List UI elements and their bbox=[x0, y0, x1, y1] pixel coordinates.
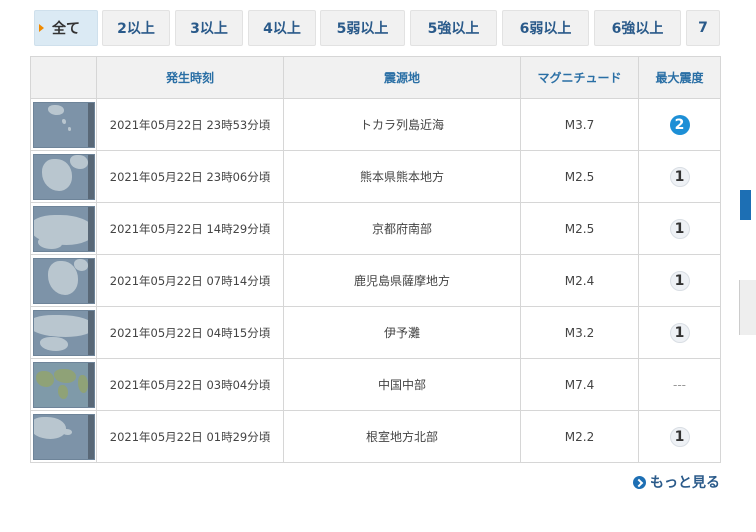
scroll-indicator[interactable] bbox=[740, 190, 751, 220]
quake-time-link[interactable]: 2021年05月22日 04時15分頃 bbox=[96, 306, 284, 359]
tab-4-plus[interactable]: 4以上 bbox=[248, 10, 316, 46]
tab-5-lower-plus[interactable]: 5弱以上 bbox=[320, 10, 405, 46]
tab-6-upper-plus[interactable]: 6強以上 bbox=[594, 10, 681, 46]
map-thumbnail-cell[interactable] bbox=[30, 202, 97, 255]
japan-south-map[interactable] bbox=[32, 101, 95, 148]
intensity-1-icon: 1 bbox=[669, 218, 690, 239]
tab-label: 全て bbox=[52, 21, 80, 37]
tab-5-upper-plus[interactable]: 5強以上 bbox=[410, 10, 497, 46]
magnitude: M2.2 bbox=[520, 410, 639, 463]
tab-label: 2以上 bbox=[117, 21, 155, 37]
magnitude: M2.5 bbox=[520, 150, 639, 203]
header-magnitude: マグニチュード bbox=[520, 56, 639, 99]
table-row[interactable]: 2021年05月22日 04時15分頃 伊予灘 M3.2 1 bbox=[30, 306, 721, 359]
map-thumbnail-cell[interactable] bbox=[30, 254, 97, 307]
hokkaido-map[interactable] bbox=[32, 413, 95, 460]
intensity-filter-tabs: 全て 2以上 3以上 4以上 5弱以上 5強以上 6弱以上 6強以上 7 bbox=[34, 10, 756, 46]
max-intensity: 1 bbox=[638, 254, 721, 307]
epicenter: 伊予灘 bbox=[283, 306, 521, 359]
max-intensity: 1 bbox=[638, 410, 721, 463]
intensity-1-icon: 1 bbox=[669, 166, 690, 187]
tab-3-plus[interactable]: 3以上 bbox=[175, 10, 243, 46]
map-thumbnail-cell[interactable] bbox=[30, 410, 97, 463]
circle-arrow-right-icon bbox=[633, 475, 646, 489]
header-map bbox=[30, 56, 97, 99]
max-intensity: 1 bbox=[638, 306, 721, 359]
header-max-intensity: 最大震度 bbox=[638, 56, 721, 99]
table-row[interactable]: 2021年05月22日 07時14分頃 鹿児島県薩摩地方 M2.4 1 bbox=[30, 254, 721, 307]
tab-label: 6強以上 bbox=[611, 21, 664, 37]
intensity-1-icon: 1 bbox=[669, 426, 690, 447]
more-link[interactable]: もっと見る bbox=[633, 472, 720, 492]
map-thumbnail-cell[interactable] bbox=[30, 98, 97, 151]
map-thumbnail-cell[interactable] bbox=[30, 306, 97, 359]
epicenter: 京都府南部 bbox=[283, 202, 521, 255]
table-row[interactable]: 2021年05月22日 14時29分頃 京都府南部 M2.5 1 bbox=[30, 202, 721, 255]
table-row[interactable]: 2021年05月22日 23時53分頃 トカラ列島近海 M3.7 2 bbox=[30, 98, 721, 151]
max-intensity: 2 bbox=[638, 98, 721, 151]
magnitude: M2.4 bbox=[520, 254, 639, 307]
earthquake-table: 発生時刻 震源地 マグニチュード 最大震度 2021年05月22日 23時53分… bbox=[30, 56, 721, 463]
map-thumbnail-cell[interactable] bbox=[30, 150, 97, 203]
magnitude: M3.2 bbox=[520, 306, 639, 359]
tab-label: 4以上 bbox=[263, 21, 301, 37]
kyushu-map[interactable] bbox=[32, 153, 95, 200]
caret-right-icon bbox=[39, 24, 44, 32]
header-time: 発生時刻 bbox=[96, 56, 284, 99]
intensity-1-icon: 1 bbox=[669, 322, 690, 343]
more-link-label: もっと見る bbox=[650, 475, 720, 491]
magnitude: M3.7 bbox=[520, 98, 639, 151]
tab-label: 5強以上 bbox=[427, 21, 480, 37]
quake-time-link[interactable]: 2021年05月22日 03時04分頃 bbox=[96, 358, 284, 411]
epicenter: 鹿児島県薩摩地方 bbox=[283, 254, 521, 307]
tab-label: 3以上 bbox=[190, 21, 228, 37]
epicenter: 熊本県熊本地方 bbox=[283, 150, 521, 203]
tab-all[interactable]: 全て bbox=[34, 10, 98, 46]
map-thumbnail-cell[interactable] bbox=[30, 358, 97, 411]
table-row[interactable]: 2021年05月22日 03時04分頃 中国中部 M7.4 --- bbox=[30, 358, 721, 411]
epicenter: 中国中部 bbox=[283, 358, 521, 411]
quake-time-link[interactable]: 2021年05月22日 01時29分頃 bbox=[96, 410, 284, 463]
intensity-1-icon: 1 bbox=[669, 270, 690, 291]
max-intensity: --- bbox=[638, 358, 721, 411]
tab-2-plus[interactable]: 2以上 bbox=[102, 10, 170, 46]
max-intensity: 1 bbox=[638, 202, 721, 255]
kyushu-map[interactable] bbox=[32, 257, 95, 304]
tab-label: 7 bbox=[698, 20, 708, 36]
no-intensity-dash: --- bbox=[673, 377, 686, 392]
quake-time-link[interactable]: 2021年05月22日 14時29分頃 bbox=[96, 202, 284, 255]
quake-time-link[interactable]: 2021年05月22日 23時06分頃 bbox=[96, 150, 284, 203]
tab-7[interactable]: 7 bbox=[686, 10, 720, 46]
tab-label: 5弱以上 bbox=[336, 21, 389, 37]
table-row[interactable]: 2021年05月22日 01時29分頃 根室地方北部 M2.2 1 bbox=[30, 410, 721, 463]
magnitude: M7.4 bbox=[520, 358, 639, 411]
epicenter: 根室地方北部 bbox=[283, 410, 521, 463]
side-panel-fragment bbox=[739, 280, 756, 335]
intensity-2-icon: 2 bbox=[669, 114, 690, 135]
epicenter: トカラ列島近海 bbox=[283, 98, 521, 151]
table-header-row: 発生時刻 震源地 マグニチュード 最大震度 bbox=[30, 56, 721, 99]
header-epicenter: 震源地 bbox=[283, 56, 521, 99]
magnitude: M2.5 bbox=[520, 202, 639, 255]
table-row[interactable]: 2021年05月22日 23時06分頃 熊本県熊本地方 M2.5 1 bbox=[30, 150, 721, 203]
shikoku-map[interactable] bbox=[32, 309, 95, 356]
tab-label: 6弱以上 bbox=[519, 21, 572, 37]
world-map[interactable] bbox=[32, 361, 95, 408]
tab-6-lower-plus[interactable]: 6弱以上 bbox=[502, 10, 589, 46]
max-intensity: 1 bbox=[638, 150, 721, 203]
kinki-map[interactable] bbox=[32, 205, 95, 252]
quake-time-link[interactable]: 2021年05月22日 23時53分頃 bbox=[96, 98, 284, 151]
quake-time-link[interactable]: 2021年05月22日 07時14分頃 bbox=[96, 254, 284, 307]
